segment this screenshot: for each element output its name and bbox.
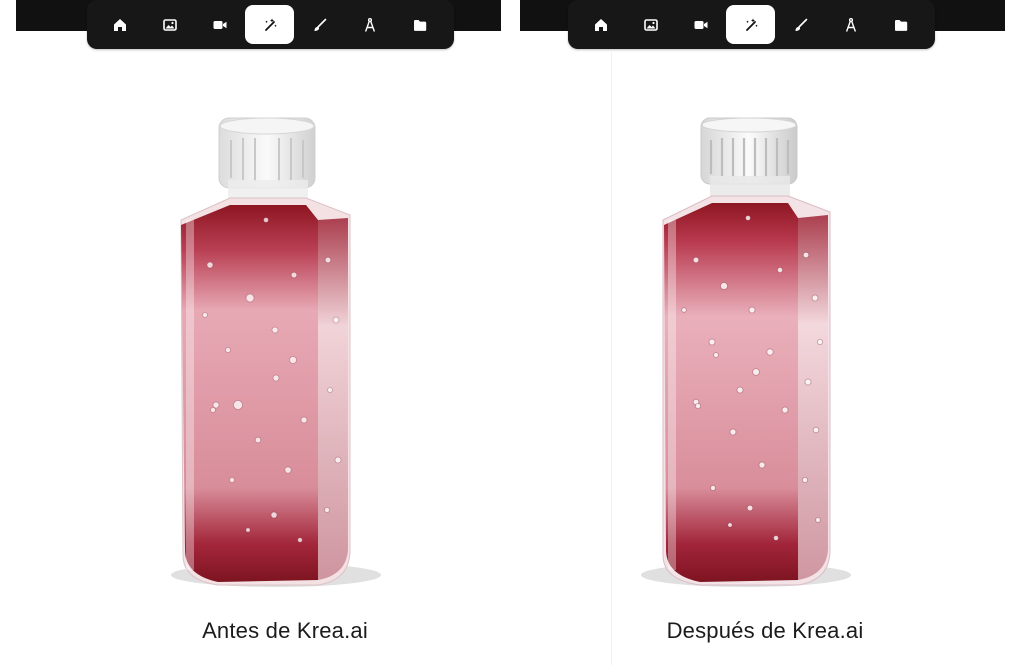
after-panel (500, 60, 990, 620)
image-button[interactable] (145, 5, 194, 44)
enhance-button[interactable] (726, 5, 775, 44)
compass-icon (845, 17, 856, 32)
compass-button[interactable] (826, 5, 875, 44)
bottle-image-after (641, 117, 851, 587)
folder-button[interactable] (876, 5, 925, 44)
video-icon (213, 20, 226, 29)
folder-icon (894, 19, 907, 31)
before-caption: Antes de Krea.ai (202, 618, 368, 643)
compass-button[interactable] (345, 5, 394, 44)
magic-wand-icon (264, 18, 277, 31)
bottle-image-before (171, 117, 381, 587)
brush-button[interactable] (295, 5, 344, 44)
image-icon (162, 18, 177, 31)
video-button[interactable] (676, 5, 725, 44)
before-panel (18, 60, 508, 620)
image-button[interactable] (626, 5, 675, 44)
folder-icon (413, 19, 426, 31)
home-button[interactable] (576, 5, 625, 44)
compass-icon (364, 17, 375, 32)
brush-icon (795, 18, 807, 31)
folder-button[interactable] (395, 5, 444, 44)
tool-toolbar-right (568, 0, 935, 49)
tool-toolbar-left (87, 0, 454, 49)
home-button[interactable] (95, 5, 144, 44)
home-icon (113, 18, 126, 31)
enhance-button[interactable] (245, 5, 294, 44)
video-button[interactable] (195, 5, 244, 44)
brush-button[interactable] (776, 5, 825, 44)
brush-icon (314, 18, 326, 31)
home-icon (594, 18, 607, 31)
video-icon (694, 20, 707, 29)
image-icon (643, 18, 658, 31)
magic-wand-icon (745, 18, 758, 31)
after-caption: Después de Krea.ai (666, 618, 864, 643)
